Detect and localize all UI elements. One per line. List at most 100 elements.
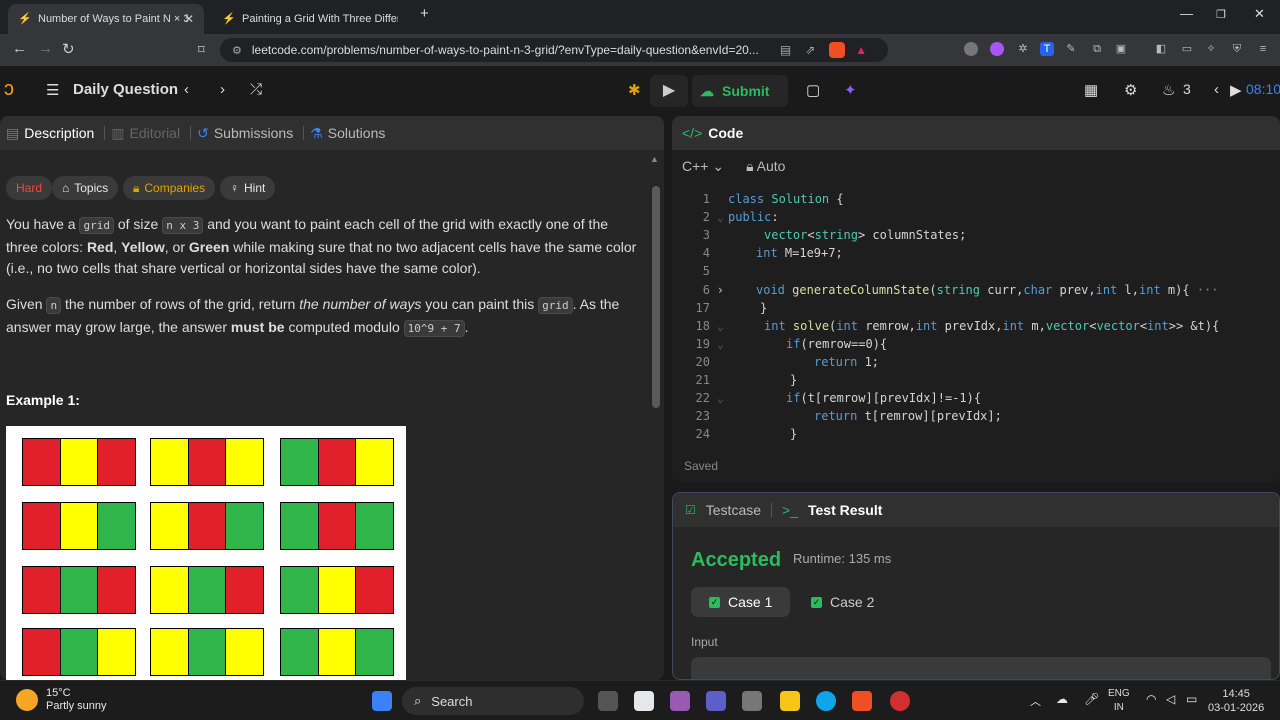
prev-problem-icon[interactable]: ‹ (184, 81, 189, 98)
settings-gear-icon[interactable]: ⚙ (1124, 81, 1137, 99)
tab-submissions[interactable]: ↺ Submissions (191, 125, 303, 142)
case-1-tab[interactable]: ✓ Case 1 (691, 587, 791, 617)
menu-icon[interactable]: ≡ (1256, 42, 1270, 56)
weather-widget[interactable]: 15°C Partly sunny (16, 687, 107, 713)
tray-overflow-icon[interactable]: ︿ (1030, 693, 1041, 709)
bookmark-icon[interactable]: ⌑ (198, 42, 205, 58)
timer-prev-icon[interactable]: ‹ (1214, 81, 1219, 98)
brave-rewards-icon[interactable]: ▲ (855, 43, 867, 57)
brave-shields-icon[interactable] (829, 42, 846, 58)
minimize-icon[interactable]: — (1180, 6, 1193, 21)
battery-icon[interactable]: ▭ (1186, 692, 1197, 706)
copilot-icon[interactable] (670, 691, 690, 711)
tab-editorial[interactable]: ▥ Editorial (105, 125, 190, 142)
language-indicator[interactable]: ENG IN (1108, 687, 1130, 715)
forward-icon[interactable]: → (38, 40, 53, 57)
tab-solutions[interactable]: ⚗ Solutions (304, 125, 395, 142)
obs-icon[interactable] (890, 691, 910, 711)
extension-circle-icon[interactable] (990, 42, 1004, 56)
clock[interactable]: 14:45 03-01-2026 (1208, 687, 1264, 715)
scroll-up-arrow-icon[interactable]: ▲ (650, 154, 659, 164)
companies-badge[interactable]: 🔒︎ Companies (123, 176, 216, 200)
close-tab-icon[interactable]: ✕ (184, 12, 194, 26)
example-grid (150, 628, 264, 676)
grid-cell (98, 439, 136, 485)
share-icon[interactable]: ⇗ (805, 43, 815, 57)
fold-chevron-icon[interactable]: › (714, 283, 724, 297)
problem-list-icon[interactable]: ☰ (46, 81, 59, 99)
fold-chevron-icon[interactable]: ⌄ (714, 337, 724, 351)
result-status: Accepted (691, 549, 782, 571)
maximize-icon[interactable]: ❐ (1216, 8, 1226, 21)
sidebar-icon[interactable]: ◧ (1154, 42, 1168, 56)
case-2-tab[interactable]: ✓ Case 2 (793, 587, 892, 617)
extension-translate-icon[interactable]: T (1040, 42, 1054, 56)
leo-ai-icon[interactable]: ✧ (1204, 42, 1218, 56)
example-image (6, 426, 406, 680)
address-bar[interactable]: ⚙ leetcode.com/problems/number-of-ways-t… (220, 38, 888, 62)
scrollbar-thumb[interactable] (652, 186, 660, 408)
reader-mode-icon[interactable]: ▤ (780, 43, 791, 57)
test-panel-header: ☑ Testcase >_ Test Result (673, 493, 1279, 527)
new-tab-button[interactable]: + (420, 5, 429, 22)
notes-icon[interactable]: ▢ (806, 81, 820, 99)
browser-tab[interactable]: ⚡ Painting a Grid With Three Different ( (212, 4, 408, 34)
wifi-icon[interactable]: ◠ (1146, 692, 1156, 706)
extension-puzzle-icon[interactable]: ✲ (1016, 42, 1030, 56)
vpn-icon[interactable]: ⛨ (1230, 42, 1244, 56)
hint-badge[interactable]: ♀ Hint (220, 176, 276, 200)
windows-start-icon[interactable] (372, 691, 392, 711)
submit-button[interactable]: ☁ Submit (692, 75, 788, 107)
file-explorer-icon[interactable] (780, 691, 800, 711)
extensions-icon[interactable]: ⧉ (1090, 42, 1104, 56)
streak-fire-icon[interactable]: ♨ (1162, 81, 1175, 99)
task-view-icon[interactable] (598, 691, 618, 711)
store-icon[interactable] (634, 691, 654, 711)
leetcode-logo-icon[interactable]: ↄ (4, 78, 14, 101)
language-code: ENG (1108, 688, 1130, 699)
extension-g-icon[interactable] (964, 42, 978, 56)
browser-tab-active[interactable]: ⚡ Number of Ways to Paint N × 3 ( ✕ (8, 4, 204, 34)
tab-description[interactable]: ▤ Description (0, 125, 104, 142)
calculator-icon[interactable] (742, 691, 762, 711)
volume-icon[interactable]: ◁ (1166, 692, 1175, 706)
shuffle-icon[interactable]: ⤮ (250, 81, 262, 98)
wallet-icon[interactable]: ▭ (1180, 42, 1194, 56)
grid-cell (356, 503, 394, 549)
auto-mode[interactable]: 🔒︎ Auto (746, 158, 785, 175)
topics-badge[interactable]: ⌂ Topics (52, 176, 119, 200)
onedrive-icon[interactable]: ☁ (1056, 692, 1068, 706)
microphone-icon[interactable]: 🎤︎ (1084, 692, 1099, 706)
taskbar-search[interactable]: ⌕ Search (402, 687, 584, 715)
teams-icon[interactable] (706, 691, 726, 711)
ai-assist-icon[interactable]: ✦ (844, 81, 857, 99)
tab-test-result[interactable]: Test Result (808, 502, 882, 518)
brave-icon[interactable] (852, 691, 872, 711)
tab-testcase[interactable]: Testcase (706, 502, 761, 518)
line-number: 2 (702, 210, 710, 225)
debug-icon[interactable]: ✱ (628, 81, 641, 99)
code-line: if(remrow==0){ (786, 336, 888, 351)
timer-text: 08:10 (1246, 81, 1280, 97)
run-button[interactable]: ▶ (650, 75, 688, 107)
language-select[interactable]: C++ ⌄ (682, 158, 724, 175)
code-line: class Solution { (728, 192, 844, 206)
site-info-icon[interactable]: ⚙ (232, 44, 242, 57)
temperature: 15°C (46, 687, 71, 699)
screenshot-icon[interactable]: ▣ (1114, 42, 1128, 56)
text: you can paint this (421, 296, 539, 312)
fold-chevron-icon[interactable]: ⌄ (714, 319, 724, 333)
next-problem-icon[interactable]: › (220, 81, 225, 98)
extension-pen-icon[interactable]: ✎ (1064, 42, 1078, 56)
timer-play-icon[interactable]: ▶ (1230, 81, 1242, 99)
back-icon[interactable]: ← (12, 40, 27, 57)
submissions-icon: ↺ (197, 124, 209, 141)
problem-list-title[interactable]: Daily Question (73, 81, 178, 98)
fold-chevron-icon[interactable]: ⌄ (714, 210, 724, 224)
layout-icon[interactable]: ▦ (1084, 81, 1098, 99)
description-panel: ▤ Description ▥ Editorial ↺ Submissions … (0, 116, 664, 680)
edge-icon[interactable] (816, 691, 836, 711)
fold-chevron-icon[interactable]: ⌄ (714, 391, 724, 405)
close-window-icon[interactable]: ✕ (1254, 6, 1265, 22)
reload-icon[interactable]: ↻ (62, 40, 75, 58)
